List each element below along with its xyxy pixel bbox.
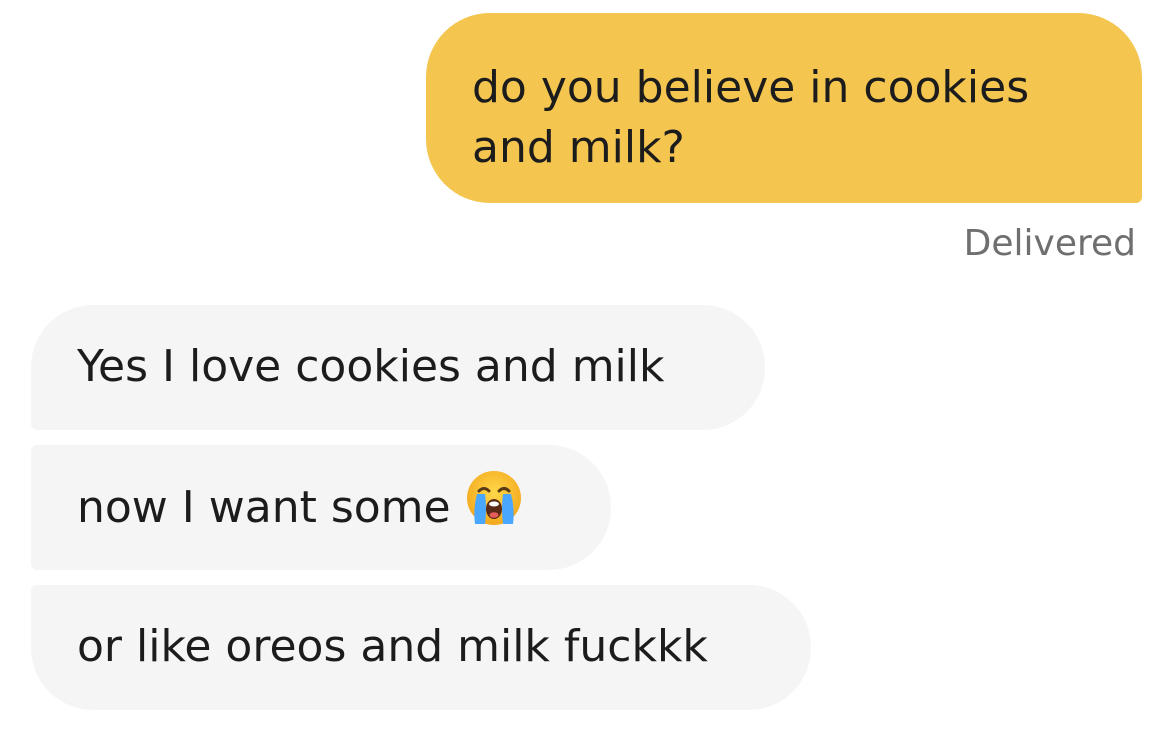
message-text: or like oreos and milk fuckkk [77,621,708,672]
message-text: Yes I love cookies and milk [77,341,665,392]
loudly-crying-face-icon [465,469,523,543]
message-text: now I want some [77,482,451,533]
delivery-status: Delivered [963,223,1136,264]
incoming-message-bubble[interactable]: Yes I love cookies and milk [31,305,765,430]
incoming-message-bubble[interactable]: or like oreos and milk fuckkk [31,585,811,710]
message-text: do you believe in cookies and milk? [472,62,1030,173]
outgoing-message-bubble[interactable]: do you believe in cookies and milk? [426,13,1142,203]
incoming-message-bubble[interactable]: now I want some [31,445,611,570]
